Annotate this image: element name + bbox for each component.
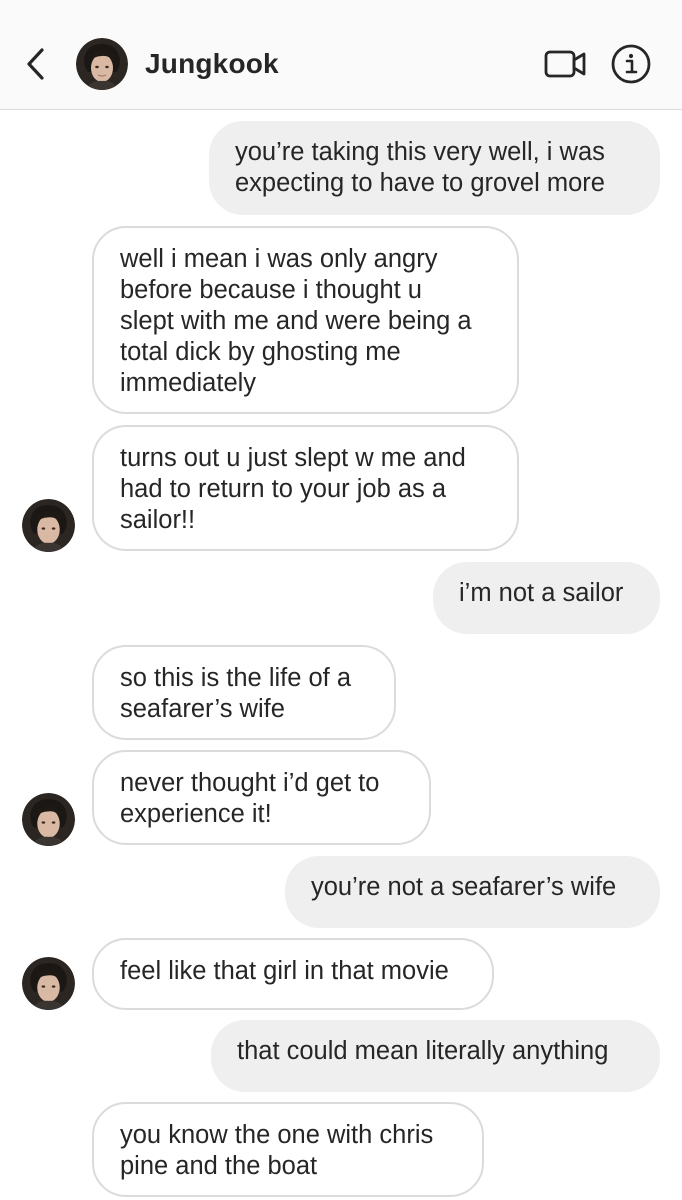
chat-header: Jungkook <box>0 0 682 110</box>
video-camera-icon <box>544 50 586 78</box>
back-button[interactable] <box>20 44 54 84</box>
message-bubble-incoming[interactable]: so this is the life of a seafarer’s wife <box>92 645 396 740</box>
contact-avatar[interactable] <box>76 38 128 90</box>
message-bubble-incoming[interactable]: feel like that girl in that movie <box>92 938 494 1010</box>
sender-avatar[interactable] <box>22 957 75 1010</box>
chevron-left-icon <box>27 48 44 80</box>
contact-name[interactable]: Jungkook <box>145 47 279 81</box>
info-button[interactable] <box>610 43 652 85</box>
message-bubble-outgoing[interactable]: that could mean literally anything <box>211 1020 660 1092</box>
sender-avatar[interactable] <box>22 499 75 552</box>
message-bubble-outgoing[interactable]: you’re not a seafarer’s wife <box>285 856 660 928</box>
video-call-button[interactable] <box>544 46 588 82</box>
message-bubble-incoming[interactable]: well i mean i was only angry before beca… <box>92 226 519 414</box>
message-bubble-outgoing[interactable]: i’m not a sailor <box>433 562 660 634</box>
info-icon <box>611 44 651 84</box>
message-bubble-incoming[interactable]: turns out u just slept w me and had to r… <box>92 425 519 551</box>
message-bubble-incoming[interactable]: you know the one with chris pine and the… <box>92 1102 484 1197</box>
message-bubble-incoming[interactable]: never thought i’d get to experience it! <box>92 750 431 845</box>
sender-avatar[interactable] <box>22 793 75 846</box>
message-bubble-outgoing[interactable]: you’re taking this very well, i was expe… <box>209 121 660 215</box>
